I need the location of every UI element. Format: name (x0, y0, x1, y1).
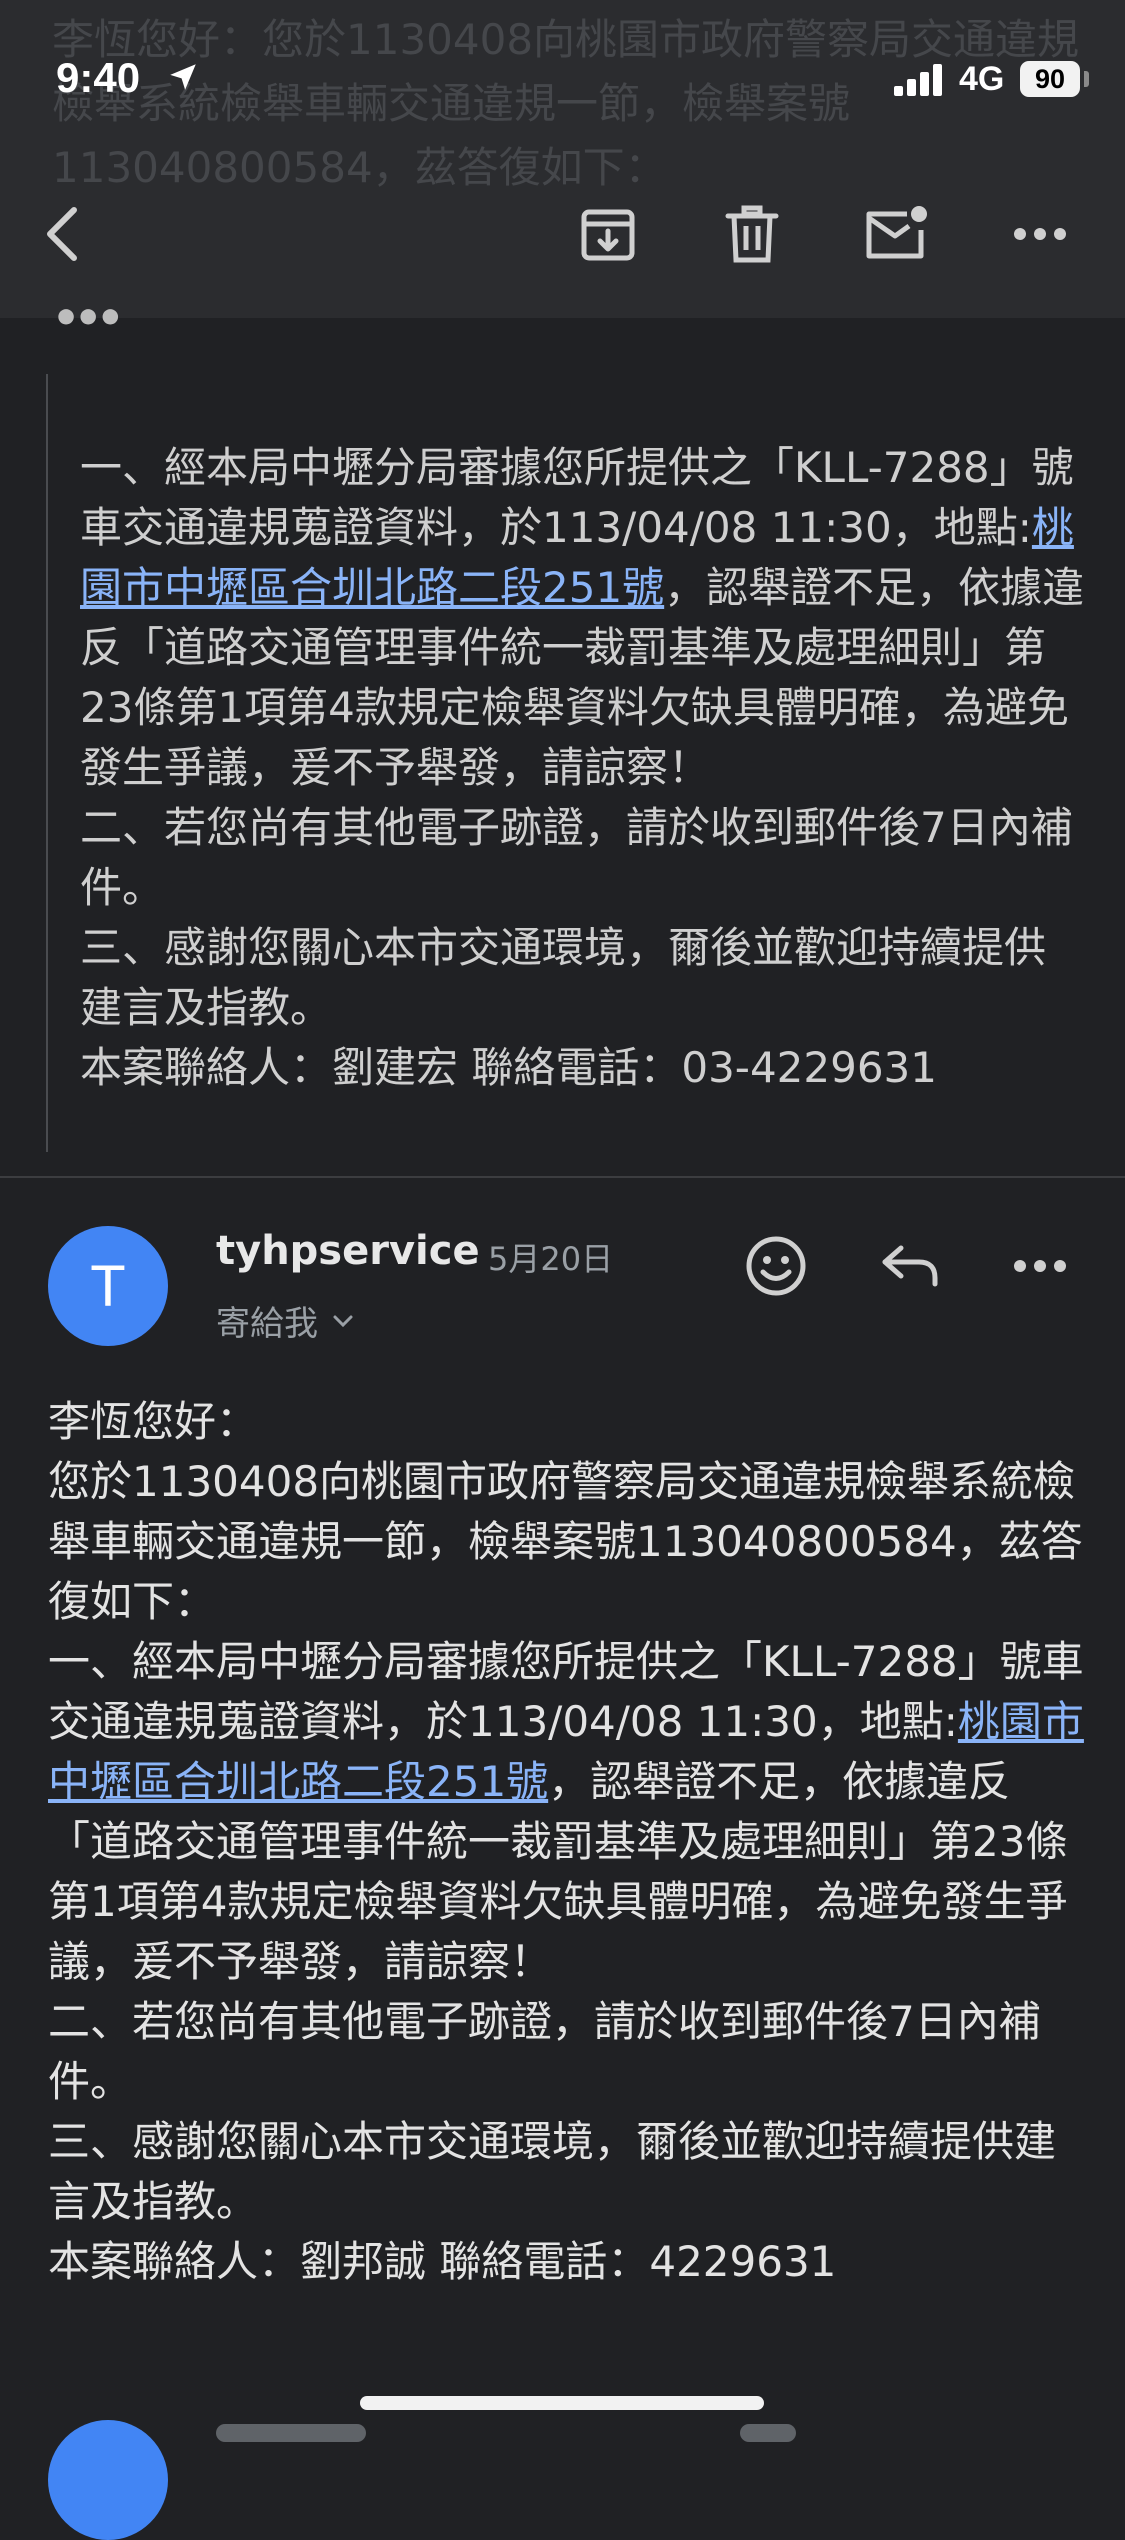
message-more-button[interactable] (1000, 1226, 1080, 1306)
network-type: 4G (959, 60, 1005, 98)
body-contact: 本案聯絡人：劉邦誠 聯絡電話：4229631 (48, 2237, 837, 2286)
message-divider (0, 1176, 1125, 1178)
more-horizontal-icon (1014, 228, 1066, 240)
reply-icon (882, 1245, 938, 1287)
quoted-contact: 本案聯絡人：劉建宏 聯絡電話：03-4229631 (80, 1043, 938, 1092)
trash-icon (725, 205, 779, 263)
status-bar: 9:40 4G 90 (0, 0, 1125, 101)
reply-button[interactable] (870, 1226, 950, 1306)
more-horizontal-icon (1014, 1260, 1066, 1272)
cellular-signal-icon (894, 64, 942, 96)
quoted-message: 一、經本局中壢分局審據您所提供之「KLL-7288」號車交通違規蒐證資料，於11… (46, 374, 1086, 1152)
body-paragraph-1: 一、經本局中壢分局審據您所提供之「KLL-7288」號車交通違規蒐證資料，於11… (48, 1637, 1084, 1746)
quoted-paragraph-1: 一、經本局中壢分局審據您所提供之「KLL-7288」號車交通違規蒐證資料，於11… (80, 443, 1074, 552)
sender-avatar[interactable]: T (48, 1226, 168, 1346)
back-button[interactable] (26, 196, 102, 272)
next-message-icon-stub (740, 2424, 796, 2442)
battery-level: 90 (1020, 61, 1080, 97)
status-time: 9:40 (56, 54, 141, 101)
archive-icon (581, 209, 635, 261)
mark-unread-icon (866, 206, 927, 259)
body-intro: 您於1130408向桃園市政府警察局交通違規檢舉系統檢舉車輛交通違規一節，檢舉案… (48, 1457, 1083, 1626)
quoted-message-text: 一、經本局中壢分局審據您所提供之「KLL-7288」號車交通違規蒐證資料，於11… (80, 374, 1086, 1098)
more-options-button[interactable] (1002, 196, 1078, 272)
next-message-avatar[interactable] (48, 2420, 168, 2540)
recipient-details-toggle[interactable]: 寄給我 (216, 1296, 354, 1345)
top-app-bar: 李恆您好：您於1130408向桃園市政府警察局交通違規檢舉系統檢舉車輛交通違規一… (0, 0, 1125, 318)
show-trimmed-content-button[interactable]: ••• (52, 297, 124, 341)
add-reaction-button[interactable] (736, 1226, 816, 1306)
smiley-icon (746, 1236, 806, 1296)
message-body: 李恆您好： 您於1130408向桃園市政府警察局交通違規檢舉系統檢舉車輛交通違規一… (48, 1392, 1088, 2292)
home-indicator[interactable] (360, 2396, 764, 2410)
body-paragraph-2: 二、若您尚有其他電子跡證，請於收到郵件後7日內補件。 (48, 1997, 1041, 2106)
next-message-sender-stub (216, 2424, 366, 2442)
mark-unread-button[interactable] (858, 196, 934, 272)
battery-cap (1084, 71, 1089, 87)
chevron-left-icon (47, 207, 77, 261)
location-arrow-icon (170, 64, 196, 90)
delete-button[interactable] (714, 196, 790, 272)
sender-name[interactable]: tyhpservice (216, 1228, 480, 1274)
archive-button[interactable] (570, 196, 646, 272)
message-date: 5月20日 (488, 1240, 614, 1278)
body-paragraph-3: 三、感謝您關心本市交通環境，爾後並歡迎持續提供建言及指教。 (48, 2117, 1057, 2226)
recipient-label: 寄給我 (216, 1304, 318, 1344)
chevron-down-icon (333, 1315, 353, 1327)
quoted-paragraph-2: 二、若您尚有其他電子跡證，請於收到郵件後7日內補件。 (80, 803, 1073, 912)
body-greeting: 李恆您好： (48, 1397, 259, 1446)
quoted-paragraph-3: 三、感謝您關心本市交通環境，爾後並歡迎持續提供建言及指教。 (80, 923, 1047, 1032)
